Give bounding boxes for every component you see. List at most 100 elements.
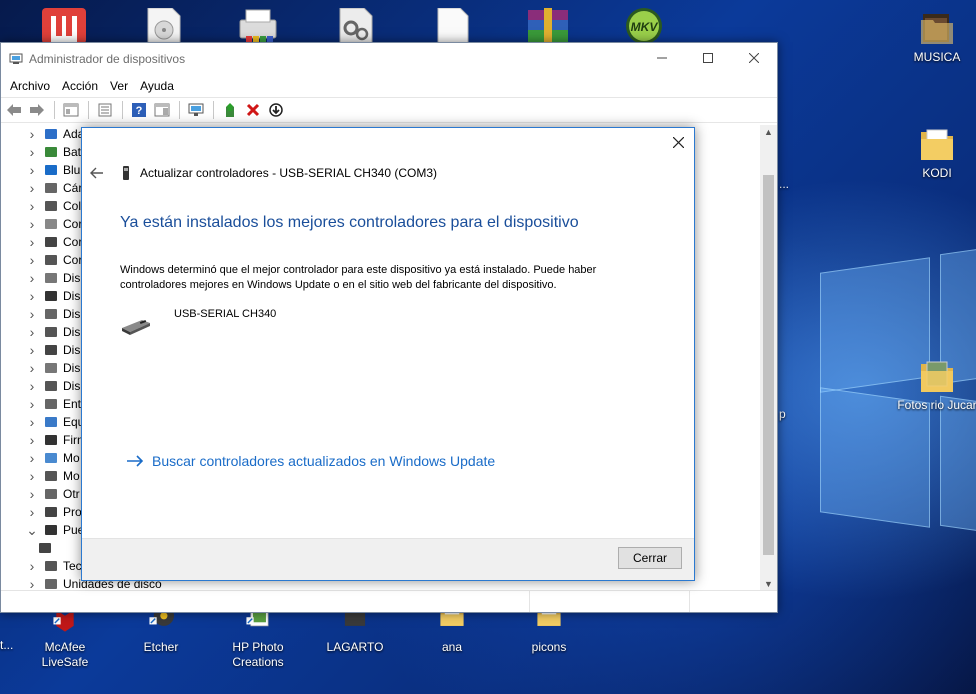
chevron-right-icon[interactable]: › [25,342,39,358]
desktop-icon-picons[interactable]: picons [504,610,594,655]
device-category-icon [45,489,57,499]
scroll-thumb[interactable] [763,175,774,555]
dialog-body-text: Windows determinó que el mejor controlad… [120,264,597,291]
chevron-right-icon[interactable]: › [25,162,39,178]
disable-device-button[interactable] [265,100,287,120]
hp-photo-icon [246,610,269,627]
desktop-icon-fotos-rio-jucar[interactable]: Fotos rio Jucar [892,358,976,413]
title-bar[interactable]: Administrador de dispositivos [1,43,777,75]
chevron-right-icon[interactable]: › [25,558,39,574]
tree-node-label: Ent [63,397,82,411]
chevron-right-icon[interactable]: › [25,234,39,250]
show-hide-tree-button[interactable] [60,100,82,120]
vertical-scrollbar[interactable]: ▲ ▼ [760,125,777,591]
update-driver-button[interactable] [219,100,241,120]
help-button[interactable]: ? [128,100,150,120]
winrar-archive-icon[interactable] [526,8,570,44]
status-bar-cell [529,591,689,612]
chevron-right-icon[interactable]: › [25,414,39,430]
status-bar-cell [689,591,777,612]
action-pane-button[interactable] [151,100,173,120]
desktop-icon-label: LAGARTO [326,640,384,654]
settings-file-icon[interactable] [334,8,378,44]
toolbar: ? [1,97,777,123]
desktop-icon-musica[interactable]: MUSICA [892,10,976,65]
toolbar-separator [122,101,123,119]
tree-node-label: Otr [63,487,80,501]
disc-image-file-icon[interactable] [142,8,186,44]
chevron-right-icon[interactable]: › [25,270,39,286]
close-window-button[interactable] [731,43,777,73]
desktop-icon-mcafee-livesafe[interactable]: McAfee LiveSafe [20,610,110,670]
windows-update-link[interactable]: Buscar controladores actualizados en Win… [126,453,495,469]
chevron-right-icon[interactable]: › [25,360,39,376]
chevron-right-icon[interactable]: › [25,180,39,196]
desktop-icon-etcher[interactable]: Etcher [116,610,206,655]
device-name: USB-SERIAL CH340 [174,308,277,320]
dialog-close-button[interactable] [670,134,686,150]
chevron-right-icon[interactable]: › [25,198,39,214]
scroll-down-icon[interactable]: ▼ [760,579,777,589]
chevron-right-icon[interactable]: › [25,504,39,520]
chevron-right-icon[interactable]: › [25,576,39,590]
desktop-icon-hp-photo-creations[interactable]: HP Photo Creations [213,610,303,670]
close-icon [749,53,759,63]
clipped-icon-label: ... [779,177,790,191]
desktop-icon-lagarto[interactable]: LAGARTO [310,610,400,655]
chevron-right-icon[interactable]: › [25,450,39,466]
tree-node-label: Col [63,199,82,213]
chevron-right-icon[interactable]: › [25,288,39,304]
tree-node-label: Cár [63,181,83,195]
desktop-icon-kodi[interactable]: KODI [892,126,976,181]
scroll-up-icon[interactable]: ▲ [760,127,777,137]
help-icon: ? [132,103,146,117]
chevron-right-icon[interactable]: › [25,468,39,484]
menu-ayuda[interactable]: Ayuda [135,79,179,93]
device-category-icon [45,291,57,301]
tree-node-label: Tec [63,559,82,573]
uninstall-device-button[interactable] [242,100,264,120]
close-button[interactable]: Cerrar [618,547,682,569]
menu-ver[interactable]: Ver [105,79,133,93]
tree-node-label: Blu [63,163,81,177]
chevron-right-icon[interactable]: › [25,126,39,142]
status-bar [1,590,777,612]
blank-file-icon[interactable] [430,8,474,44]
mkv-player-icon[interactable]: MKV [622,8,666,44]
device-category-icon [45,237,57,247]
desktop-icon-ana[interactable]: ana [407,610,497,655]
back-arrow-icon [90,167,103,179]
forward-button[interactable] [26,100,48,120]
device-category-icon [45,471,57,481]
chevron-right-icon[interactable]: › [25,252,39,268]
etcher-icon [149,610,174,626]
maximize-button[interactable] [685,43,731,73]
chevron-right-icon[interactable]: › [25,432,39,448]
menu-accion[interactable]: Acción [57,79,103,93]
dialog-header: Actualizar controladores - USB-SERIAL CH… [122,166,437,180]
minimize-icon [657,57,667,59]
properties-button[interactable] [94,100,116,120]
minimize-button[interactable] [639,43,685,73]
back-button[interactable] [3,100,25,120]
chevron-right-icon[interactable]: › [25,396,39,412]
mcafee-icon [53,610,74,632]
chevron-right-icon[interactable]: › [25,378,39,394]
dialog-heading: Ya están instalados los mejores controla… [120,214,579,231]
chevron-down-icon[interactable]: ⌄ [25,522,39,539]
dialog-back-button[interactable] [90,166,106,182]
tree-node-label: Mo [63,451,80,465]
chevron-right-icon[interactable]: › [25,216,39,232]
office-app-icon[interactable] [42,8,86,44]
tree-node-label: Mo [63,469,80,483]
chevron-right-icon[interactable]: › [25,324,39,340]
menu-archivo[interactable]: Archivo [5,79,55,93]
chevron-right-icon[interactable]: › [25,486,39,502]
chevron-right-icon[interactable]: › [25,306,39,322]
desktop-icon-label: HP Photo Creations [232,640,284,669]
device-category-icon [39,543,51,553]
back-arrow-icon [7,104,21,116]
printer-app-icon[interactable] [236,8,280,44]
chevron-right-icon[interactable]: › [25,144,39,160]
scan-hardware-button[interactable] [185,100,207,120]
